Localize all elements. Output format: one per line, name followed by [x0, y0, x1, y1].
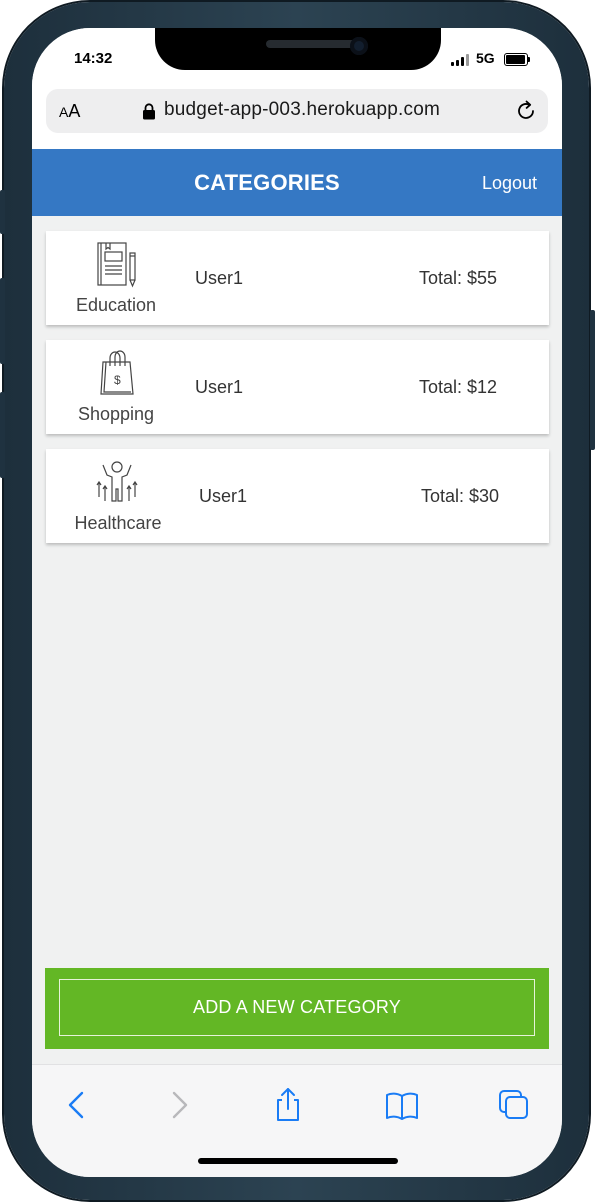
notch	[155, 28, 441, 70]
side-button-right	[590, 310, 595, 450]
network-label: 5G	[476, 50, 495, 66]
side-button-left-1	[0, 190, 5, 234]
category-name: Healthcare	[74, 513, 162, 533]
text-size-small-label: A	[59, 104, 69, 120]
status-time: 14:32	[74, 50, 113, 67]
app-header: CATEGORIES Logout	[32, 149, 562, 216]
browser-address-area: AA budget-app-003.herokuapp.com	[32, 78, 562, 149]
category-total: Total: $55	[419, 268, 498, 288]
bookmarks-icon[interactable]	[384, 1087, 420, 1123]
camera	[350, 37, 368, 55]
book-pencil-icon	[97, 242, 136, 288]
side-button-left-3	[0, 392, 5, 478]
back-icon[interactable]	[60, 1087, 96, 1123]
signal-icon	[451, 54, 469, 66]
side-button-left-2	[0, 278, 5, 364]
logout-link[interactable]: Logout	[482, 173, 537, 194]
url-text: budget-app-003.herokuapp.com	[164, 99, 441, 120]
person-arrows-icon	[96, 461, 138, 502]
text-size-button[interactable]: AA	[59, 101, 80, 122]
category-total: Total: $30	[421, 486, 500, 506]
text-size-large-label: A	[68, 101, 81, 121]
reload-icon[interactable]	[514, 99, 538, 123]
category-card[interactable]: Healthcare User1 Total: $30	[46, 449, 549, 543]
category-card[interactable]: Education User1 Total: $55	[46, 231, 549, 325]
category-user: User1	[199, 486, 248, 506]
category-user: User1	[195, 377, 244, 397]
share-icon[interactable]	[270, 1087, 306, 1123]
category-total: Total: $12	[419, 377, 498, 397]
lock-icon	[143, 103, 155, 120]
screen: 14:32 5G AA budget-app-003.herokuapp.com	[32, 28, 562, 1177]
page-title: CATEGORIES	[194, 170, 340, 195]
shopping-bag-icon: $	[100, 350, 134, 395]
category-name: Education	[75, 295, 157, 315]
tabs-icon[interactable]	[496, 1087, 532, 1123]
address-bar[interactable]: AA budget-app-003.herokuapp.com	[46, 89, 548, 133]
category-user: User1	[195, 268, 244, 288]
battery-icon	[504, 53, 530, 66]
svg-text:$: $	[114, 373, 121, 387]
category-name: Shopping	[77, 404, 155, 424]
forward-icon[interactable]	[162, 1087, 198, 1123]
add-category-button[interactable]: ADD A NEW CATEGORY	[59, 979, 535, 1036]
add-category-panel: ADD A NEW CATEGORY	[45, 968, 549, 1049]
home-indicator	[198, 1158, 398, 1164]
speaker	[266, 40, 360, 48]
category-card[interactable]: $ Shopping User1 Total: $12	[46, 340, 549, 434]
